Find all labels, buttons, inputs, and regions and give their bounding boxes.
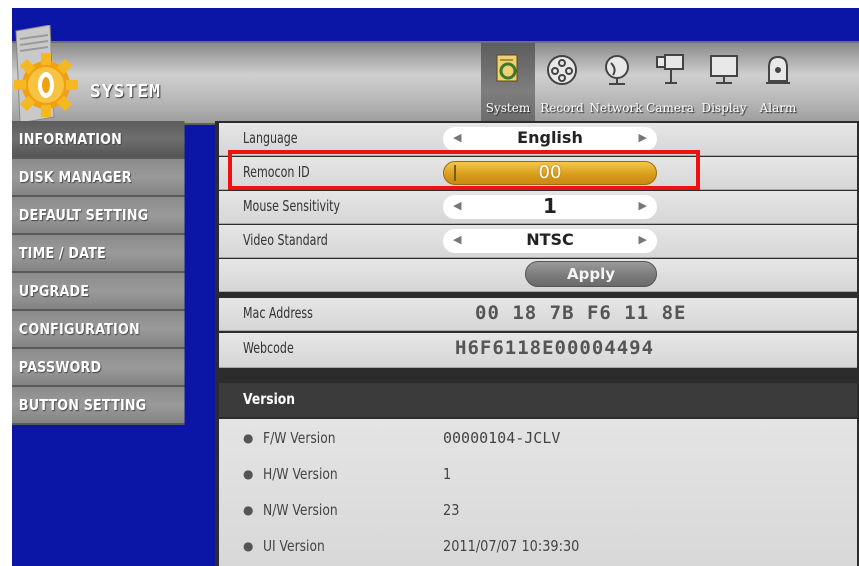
- menu-network[interactable]: Network: [589, 43, 643, 123]
- menu-display[interactable]: Display: [697, 43, 751, 123]
- menu-system[interactable]: System: [481, 43, 535, 123]
- nw-version-label: N/W Version: [263, 501, 338, 519]
- mouse-sensitivity-row: Mouse Sensitivity ◀ 1 ▶: [219, 191, 857, 224]
- display-icon: [707, 53, 741, 87]
- mouse-sensitivity-value: 1: [543, 194, 557, 218]
- language-selector[interactable]: ◀ English ▶: [443, 127, 657, 151]
- mouse-sensitivity-label: Mouse Sensitivity: [243, 197, 341, 215]
- video-standard-row: Video Standard ◀ NTSC ▶: [219, 225, 857, 258]
- apply-button[interactable]: Apply: [525, 261, 657, 287]
- version-panel: ● F/W Version 00000104-JCLV ● H/W Versio…: [219, 419, 857, 566]
- fw-version-row: ● F/W Version 00000104-JCLV: [219, 421, 857, 457]
- header-bar: SYSTEM System Record Network Camera Disp…: [12, 24, 859, 125]
- information-panel: Language ◀ English ▶ Remocon ID 00 Mouse…: [215, 121, 859, 566]
- left-arrow-icon[interactable]: ◀: [453, 131, 461, 144]
- hw-version-row: ● H/W Version 1: [219, 457, 857, 493]
- fw-version-label: F/W Version: [263, 429, 336, 447]
- bullet-icon: ●: [243, 431, 254, 445]
- sidebar-item-password[interactable]: PASSWORD: [12, 349, 185, 387]
- mac-address-row: Mac Address 00 18 7B F6 11 8E: [219, 298, 857, 331]
- sidebar-item-configuration[interactable]: CONFIGURATION: [12, 311, 185, 349]
- sidebar-item-upgrade[interactable]: UPGRADE: [12, 273, 185, 311]
- left-arrow-icon[interactable]: ◀: [453, 199, 461, 212]
- video-standard-label: Video Standard: [243, 231, 328, 249]
- mac-address-label: Mac Address: [243, 304, 313, 322]
- right-arrow-icon[interactable]: ▶: [639, 131, 647, 144]
- camera-icon: [653, 53, 687, 87]
- sidebar-item-button-setting[interactable]: BUTTON SETTING: [12, 387, 185, 425]
- network-icon: [599, 53, 633, 87]
- sidebar-item-time-date[interactable]: TIME / DATE: [12, 235, 185, 273]
- version-header-label: Version: [243, 390, 296, 408]
- right-arrow-icon[interactable]: ▶: [639, 233, 647, 246]
- version-section-header: Version: [219, 383, 857, 417]
- video-standard-value: NTSC: [526, 230, 574, 249]
- system-icon: [491, 53, 525, 87]
- language-value: English: [517, 128, 583, 147]
- sidebar: INFORMATION DISK MANAGER DEFAULT SETTING…: [12, 121, 215, 425]
- video-standard-selector[interactable]: ◀ NTSC ▶: [443, 229, 657, 253]
- remocon-label: Remocon ID: [243, 163, 310, 181]
- menu-camera[interactable]: Camera: [643, 43, 697, 123]
- remocon-id-input[interactable]: 00: [443, 161, 657, 185]
- nw-version-value: 23: [443, 501, 460, 519]
- mouse-sensitivity-selector[interactable]: ◀ 1 ▶: [443, 194, 657, 219]
- left-arrow-icon[interactable]: ◀: [453, 233, 461, 246]
- ui-version-row: ● UI Version 2011/07/07 10:39:30: [219, 529, 857, 565]
- record-icon: [545, 53, 579, 87]
- language-label: Language: [243, 129, 298, 147]
- nw-version-row: ● N/W Version 23: [219, 493, 857, 529]
- menu-record[interactable]: Record: [535, 43, 589, 123]
- app-title: SYSTEM: [90, 81, 162, 102]
- webcode-value: H6F6118E00004494: [455, 337, 655, 359]
- right-arrow-icon[interactable]: ▶: [639, 199, 647, 212]
- remocon-row: Remocon ID 00: [219, 157, 857, 190]
- bullet-icon: ●: [243, 503, 254, 517]
- remocon-value: 00: [538, 162, 562, 183]
- hw-version-label: H/W Version: [263, 465, 338, 483]
- menu-alarm[interactable]: Alarm: [751, 43, 805, 123]
- language-row: Language ◀ English ▶: [219, 123, 857, 156]
- sidebar-item-information[interactable]: INFORMATION: [12, 121, 185, 159]
- hw-version-value: 1: [443, 465, 452, 483]
- mac-address-value: 00 18 7B F6 11 8E: [475, 302, 687, 324]
- alarm-icon: [761, 53, 795, 87]
- bullet-icon: ●: [243, 467, 254, 481]
- system-gear-logo-icon: [12, 24, 80, 125]
- dvr-screen: SYSTEM System Record Network Camera Disp…: [12, 8, 859, 566]
- sidebar-item-default-setting[interactable]: DEFAULT SETTING: [12, 197, 185, 235]
- sidebar-item-disk-manager[interactable]: DISK MANAGER: [12, 159, 185, 197]
- apply-row: Apply: [219, 259, 857, 292]
- fw-version-value: 00000104-JCLV: [443, 429, 561, 447]
- webcode-row: Webcode H6F6118E00004494: [219, 333, 857, 368]
- ui-version-value: 2011/07/07 10:39:30: [443, 537, 580, 555]
- bullet-icon: ●: [243, 539, 254, 553]
- ui-version-label: UI Version: [263, 537, 325, 555]
- webcode-label: Webcode: [243, 339, 294, 357]
